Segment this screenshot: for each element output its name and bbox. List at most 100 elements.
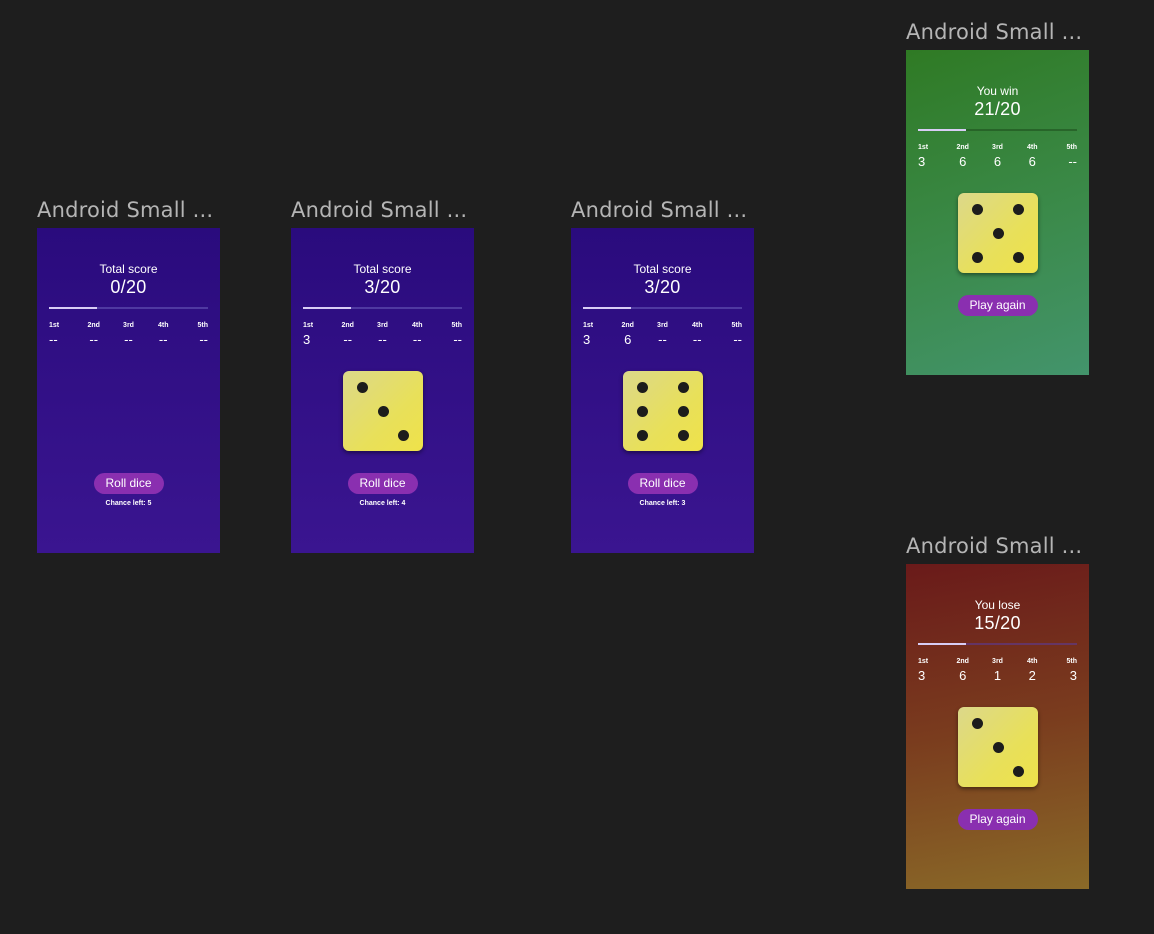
turn-item: 5th 3 [1057, 658, 1078, 683]
turn-list: 1st 3 2nd -- 3rd -- 4th -- 5th -- [303, 322, 462, 347]
turn-value: 3 [918, 154, 926, 169]
turn-value: -- [199, 332, 208, 347]
turn-item: 4th -- [153, 322, 173, 347]
turn-label: 3rd [377, 322, 388, 329]
frame-label[interactable]: Android Small ... [906, 20, 1082, 44]
turn-item: 5th -- [188, 322, 209, 347]
progress-bar [303, 307, 462, 309]
frame-label[interactable]: Android Small ... [571, 198, 747, 222]
turn-value: -- [158, 332, 168, 347]
play-again-button[interactable]: Play again [957, 809, 1038, 830]
turn-value: 6 [624, 332, 632, 347]
turn-label: 2nd [621, 322, 634, 329]
turn-item: 3rd 6 [988, 144, 1008, 169]
turn-item: 5th -- [442, 322, 463, 347]
turn-label: 3rd [657, 322, 668, 329]
turn-item: 1st 3 [918, 658, 938, 683]
dice-pip [1013, 251, 1025, 263]
turn-value: -- [378, 332, 387, 347]
turn-item: 4th 6 [1022, 144, 1042, 169]
status-text: Total score [633, 262, 692, 276]
turn-list: 1st 3 2nd 6 3rd 6 4th 6 5th -- [918, 144, 1077, 169]
turn-item: 3rd 1 [988, 658, 1008, 683]
turn-label: 1st [918, 144, 929, 151]
turn-item: 2nd 6 [618, 322, 638, 347]
frame-label[interactable]: Android Small ... [906, 534, 1082, 558]
turn-value: -- [412, 332, 422, 347]
turn-value: -- [733, 332, 742, 347]
turn-value: -- [1068, 154, 1077, 169]
status-text: You win [976, 84, 1019, 98]
turn-value: -- [49, 332, 58, 347]
frame-label[interactable]: Android Small ... [37, 198, 213, 222]
turn-item: 2nd -- [84, 322, 104, 347]
turn-value: 3 [583, 332, 591, 347]
roll-dice-button[interactable]: Roll dice [347, 473, 418, 494]
roll-dice-button[interactable]: Roll dice [627, 473, 698, 494]
turn-value: -- [658, 332, 667, 347]
progress-fill [918, 129, 966, 131]
turn-label: 1st [583, 322, 594, 329]
turn-label: 3rd [992, 144, 1003, 151]
dice-pip [636, 429, 648, 441]
turn-value: -- [343, 332, 353, 347]
turn-value: 3 [303, 332, 311, 347]
dice-pip [971, 717, 983, 729]
dice-pip [1013, 203, 1025, 215]
chances-left-text: Chance left: 4 [359, 500, 406, 507]
turn-label: 1st [303, 322, 314, 329]
turn-label: 3rd [123, 322, 134, 329]
score-text: 3/20 [644, 277, 681, 297]
turn-value: 3 [1069, 668, 1077, 683]
turn-item: 1st 3 [918, 144, 938, 169]
turn-item: 3rd -- [373, 322, 393, 347]
dice-face-icon [623, 371, 703, 451]
turn-item: 1st -- [49, 322, 69, 347]
turn-value: 6 [1028, 154, 1036, 169]
score-text: 3/20 [364, 277, 401, 297]
turn-value: 6 [993, 154, 1002, 169]
turn-value: 1 [993, 668, 1002, 683]
dice-face-icon [958, 193, 1038, 273]
roll-dice-button[interactable]: Roll dice [93, 473, 164, 494]
turn-item: 4th 2 [1022, 658, 1042, 683]
turn-label: 5th [451, 322, 463, 329]
progress-fill [49, 307, 97, 309]
phone-screen: Total score 0/20 1st -- 2nd -- 3rd -- 4th --… [37, 228, 220, 553]
progress-bar [49, 307, 208, 309]
turn-item: 1st 3 [303, 322, 323, 347]
turn-label: 5th [197, 322, 209, 329]
turn-list: 1st 3 2nd 6 3rd -- 4th -- 5th -- [583, 322, 742, 347]
progress-fill [583, 307, 631, 309]
turn-value: 6 [959, 154, 967, 169]
progress-fill [918, 643, 966, 645]
status-text: Total score [353, 262, 412, 276]
turn-item: 3rd -- [119, 322, 139, 347]
turn-label: 5th [1066, 658, 1078, 665]
turn-value: 3 [918, 668, 926, 683]
turn-label: 4th [1027, 144, 1038, 151]
turn-item: 3rd -- [653, 322, 673, 347]
dice-pip [356, 381, 368, 393]
dice-pip [971, 251, 983, 263]
turn-label: 4th [412, 322, 423, 329]
turn-label: 4th [692, 322, 703, 329]
turn-item: 4th -- [687, 322, 707, 347]
dice-pip [1013, 765, 1025, 777]
turn-label: 2nd [87, 322, 100, 329]
turn-item: 1st 3 [583, 322, 603, 347]
turn-value: -- [692, 332, 702, 347]
turn-label: 3rd [992, 658, 1003, 665]
turn-label: 5th [731, 322, 743, 329]
turn-item: 5th -- [722, 322, 743, 347]
turn-value: 2 [1028, 668, 1036, 683]
frame-label[interactable]: Android Small ... [291, 198, 467, 222]
chances-left-text: Chance left: 3 [639, 500, 686, 507]
turn-label: 4th [1027, 658, 1038, 665]
play-again-button[interactable]: Play again [957, 295, 1038, 316]
dice-pip [992, 741, 1004, 753]
turn-value: -- [453, 332, 462, 347]
turn-item: 5th -- [1057, 144, 1078, 169]
chances-left-text: Chance left: 5 [105, 500, 152, 507]
turn-value: 6 [959, 668, 967, 683]
